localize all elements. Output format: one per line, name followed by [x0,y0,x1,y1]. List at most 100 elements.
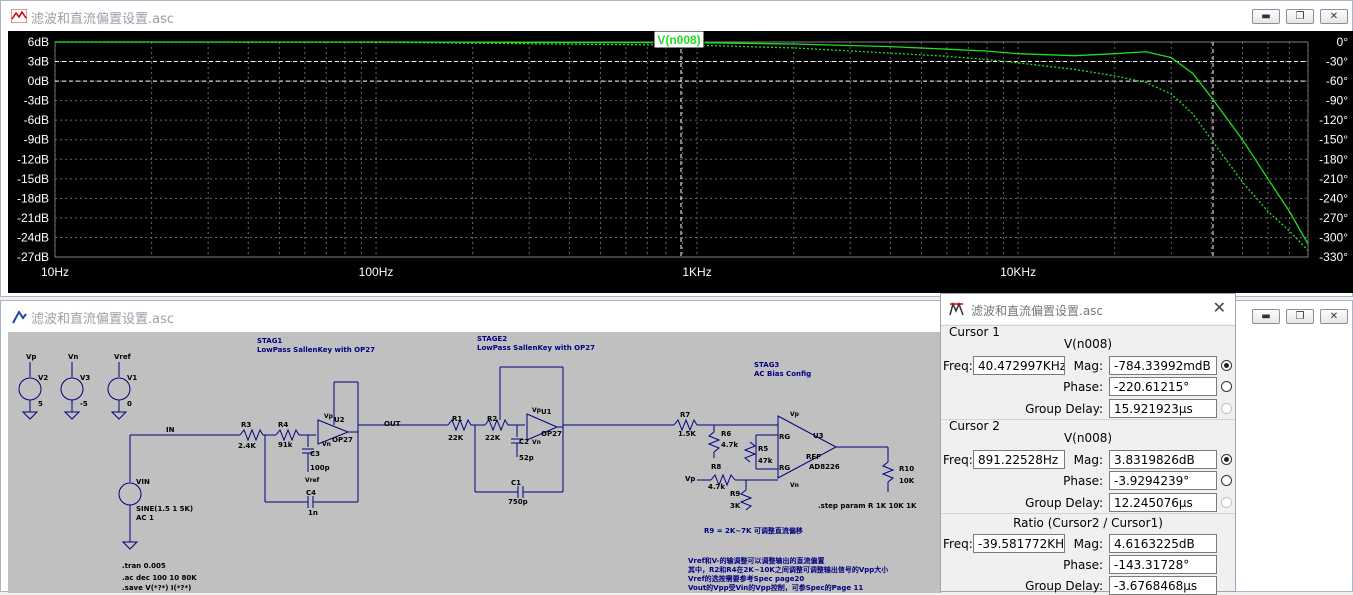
close-button[interactable]: ✕ [1320,309,1348,324]
label-save: .save V(*?*) I(*?*) [122,584,191,592]
y-tick-left: 6dB [28,35,49,49]
schematic-canvas[interactable]: STAG1 LowPass SallenKey with OP27 STAGE2… [8,332,942,593]
cursor2-freq-field[interactable]: 891.22528Hz [973,450,1065,469]
label-stage2: STAGE2 [477,335,507,343]
y-tick-right: 0° [1337,35,1349,49]
y-tick-left: -18dB [17,191,49,205]
label-v2-val: 5 [38,400,43,408]
label-u2: U2 [334,416,345,424]
cursor1-gd-radio[interactable] [1221,403,1232,414]
cursor-panel-titlebar[interactable]: 滤波和直流偏置设置.asc ✕ [941,294,1235,324]
label-stag1-sub: LowPass SallenKey with OP27 [257,346,375,354]
label-note1: Vref和V-的输调整可以调整输出的直流偏置 [688,556,824,565]
freq-label: Freq: [943,537,973,551]
label-v3-val: -5 [80,400,88,408]
label-vp: Vp [26,353,36,361]
minimize-button[interactable]: ▬ [1252,309,1280,324]
label-r5v: 47k [758,457,773,465]
cursor1-phase-field[interactable]: -220.61215° [1109,377,1217,396]
label-in: IN [166,426,175,434]
close-button[interactable]: ✕ [1320,9,1348,24]
label-c4: C4 [306,489,316,497]
trace-label: V(n008) [657,33,700,47]
x-tick: 100Hz [359,265,394,279]
y-tick-left: -3dB [24,94,49,108]
y-tick-left: -21dB [17,211,49,225]
restore-button[interactable]: ❐ [1286,9,1314,24]
ratio-gd-field[interactable]: -3.6768468µs [1109,576,1217,595]
cursor1-mag-field[interactable]: -784.33992mdB [1109,356,1217,375]
schematic-window-title: 滤波和直流偏置设置.asc [31,312,175,327]
label-v1-val: 0 [127,400,132,408]
cursor2-mag-radio[interactable] [1221,454,1232,465]
label-r4v: 91k [278,441,293,449]
cursor1-mag-radio[interactable] [1221,360,1232,371]
cursor1-gd-field[interactable]: 15.921923µs [1109,399,1217,418]
cursor-panel-title: 滤波和直流偏置设置.asc [971,304,1104,318]
y-tick-left: -12dB [17,152,49,166]
label-r6: R6 [721,430,731,438]
label-r5: R5 [758,445,768,453]
cursor1-phase-radio[interactable] [1221,381,1232,392]
label-vn3: Vn [532,439,541,446]
phase-label: Phase: [1063,558,1103,572]
cursor1-signal: V(n008) [1063,337,1113,351]
group-delay-label: Group Delay: [1025,579,1103,593]
label-c2v: 52p [519,454,534,462]
close-icon[interactable]: ✕ [1213,298,1226,317]
label-ad8226: AD8226 [809,463,840,471]
label-stag3-sub: AC Bias Config [754,370,811,378]
cursor2-phase-field[interactable]: -3.9294239° [1109,471,1217,490]
ratio-group: Ratio (Cursor2 / Cursor1) Freq: -39.5817… [941,513,1235,595]
label-r2: R2 [487,415,497,423]
ratio-phase-field[interactable]: -143.31728° [1109,555,1217,574]
y-tick-right: -30° [1326,55,1348,69]
bode-plot-svg[interactable]: 6dB 3dB 0dB -3dB -6dB -9dB -12dB -15dB -18dB -21d… [8,30,1353,293]
label-vp2: Vp [324,413,334,420]
label-r8: R8 [711,463,721,471]
label-rg1: RG [779,433,790,441]
label-rg2: RG [779,464,790,472]
label-op27b: OP27 [541,430,562,438]
label-vn-u3: Vn [790,482,799,489]
restore-button[interactable]: ❐ [1286,309,1314,324]
label-r10: R10 [899,465,914,473]
cursor-icon [949,302,964,316]
ratio-freq-field[interactable]: -39.581772KHz [973,534,1065,553]
cursor1-freq-field[interactable]: 40.472997KHz [973,356,1065,375]
label-v2: V2 [38,374,48,382]
schematic-svg[interactable]: STAG1 LowPass SallenKey with OP27 STAGE2… [8,332,942,593]
ratio-mag-field[interactable]: 4.6163225dB [1109,534,1217,553]
label-ac: .ac dec 100 10 80K [122,574,197,582]
bode-plot[interactable]: 6dB 3dB 0dB -3dB -6dB -9dB -12dB -15dB -18dB -21d… [8,30,1353,293]
cursor2-phase-radio[interactable] [1221,475,1232,486]
freq-label: Freq: [943,359,973,373]
y-tick-left: -6dB [24,113,49,127]
label-tran: .tran 0.005 [122,562,166,570]
y-tick-left: -24dB [17,230,49,244]
plot-titlebar[interactable]: 滤波和直流偏置设置.asc ▬ ❐ ✕ [1,1,1352,31]
minimize-button[interactable]: ▬ [1252,9,1280,24]
label-r2v: 22K [485,434,501,442]
y-tick-right: -90° [1326,94,1348,108]
label-r9note: R9 = 2K~7K 可调整直流偏移 [704,526,803,535]
mag-label: Mag: [1073,359,1103,373]
label-c3v: 100p [310,464,330,472]
cursor2-gd-field[interactable]: 12.245076µs [1109,493,1217,512]
label-vp-r8: Vp [685,475,695,483]
cursor1-group: Cursor 1 V(n008) Freq: 40.472997KHz Mag:… [941,325,1235,420]
y-tick-right: -330° [1319,250,1348,264]
label-r7: R7 [680,411,690,419]
y-tick-left: 0dB [28,74,49,88]
label-u1: U1 [541,408,552,416]
y-tick-right: -150° [1319,133,1348,147]
cursor2-gd-radio[interactable] [1221,497,1232,508]
label-c4v: 1n [308,509,318,517]
x-tick: 10KHz [1000,265,1036,279]
cursor2-mag-field[interactable]: 3.8319826dB [1109,450,1217,469]
y-tick-left: -15dB [17,172,49,186]
plot-window: 滤波和直流偏置设置.asc ▬ ❐ ✕ 6dB 3dB 0dB -3dB -6dB -9d… [0,0,1353,297]
label-v1: V1 [127,374,137,382]
plot-window-title: 滤波和直流偏置设置.asc [31,12,175,27]
label-vin-val1: SINE(1.5 1 5K) [136,505,193,513]
